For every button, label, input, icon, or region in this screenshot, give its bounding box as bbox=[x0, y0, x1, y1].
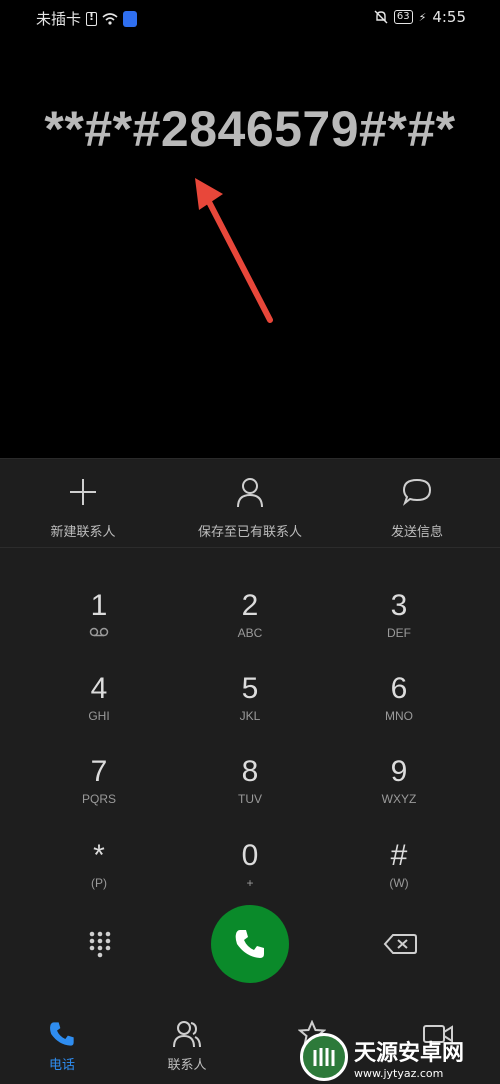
key-digit: 0 bbox=[241, 839, 259, 872]
tab-contacts[interactable]: 联系人 bbox=[137, 1018, 237, 1073]
tab-phone-label: 电话 bbox=[48, 1058, 75, 1073]
carrier-label: 未插卡 bbox=[36, 10, 82, 28]
key-digit: 7 bbox=[90, 755, 108, 788]
key-digit: 3 bbox=[390, 589, 408, 622]
battery-indicator: 63 bbox=[393, 10, 413, 24]
contacts-icon bbox=[173, 1021, 201, 1048]
site-watermark: 天源安卓网 www.jytyaz.com bbox=[300, 1030, 500, 1084]
dialed-number: **#*#2846579#*#* bbox=[44, 101, 456, 157]
key-digit: 9 bbox=[390, 755, 408, 788]
key-5[interactable]: 5 JKL bbox=[175, 671, 325, 741]
key-3[interactable]: 3 DEF bbox=[324, 588, 474, 658]
dialer-panel: 新建联系人 保存至已有联系人 发送信息 1 2 ABC 3 DEF 4 GHI … bbox=[0, 458, 500, 1084]
tab-contacts-label: 联系人 bbox=[167, 1058, 207, 1073]
status-bar: 未插卡 63 ⚡ 4:55 bbox=[0, 0, 500, 34]
save-to-contact-label: 保存至已有联系人 bbox=[197, 525, 302, 540]
charging-icon: ⚡ bbox=[418, 10, 427, 24]
key-0[interactable]: 0 + bbox=[175, 838, 325, 908]
no-sim-icon bbox=[86, 10, 98, 26]
send-message-button[interactable]: 发送信息 bbox=[337, 475, 497, 540]
key-hash[interactable]: # (W) bbox=[324, 838, 474, 908]
key-2[interactable]: 2 ABC bbox=[175, 588, 325, 658]
key-7[interactable]: 7 PQRS bbox=[24, 754, 174, 824]
annotation-arrow bbox=[195, 178, 273, 323]
key-digit: 6 bbox=[390, 672, 408, 705]
key-digit: # bbox=[390, 839, 408, 872]
person-icon bbox=[237, 478, 263, 508]
key-digit: 5 bbox=[241, 672, 259, 705]
key-digit: * bbox=[93, 839, 105, 872]
key-digit: 1 bbox=[90, 589, 108, 622]
key-9[interactable]: 9 WXYZ bbox=[324, 754, 474, 824]
key-letters: (P) bbox=[91, 876, 107, 890]
new-contact-button[interactable]: 新建联系人 bbox=[3, 475, 163, 540]
backspace-icon[interactable] bbox=[383, 933, 417, 955]
key-letters: + bbox=[246, 876, 254, 890]
message-icon bbox=[402, 478, 432, 506]
key-letters: TUV bbox=[238, 792, 262, 806]
tab-phone[interactable]: 电话 bbox=[12, 1018, 112, 1073]
key-6[interactable]: 6 MNO bbox=[324, 671, 474, 741]
phone-icon bbox=[235, 930, 264, 958]
key-digit: 8 bbox=[241, 755, 259, 788]
mute-bell-icon bbox=[374, 10, 388, 24]
key-digit: 2 bbox=[241, 589, 259, 622]
plus-icon bbox=[70, 479, 96, 505]
key-letters: ABC bbox=[237, 626, 263, 640]
key-letters: GHI bbox=[88, 709, 110, 723]
key-letters: WXYZ bbox=[381, 792, 417, 806]
key-4[interactable]: 4 GHI bbox=[24, 671, 174, 741]
watermark-title: 天源安卓网 bbox=[354, 1040, 465, 1066]
key-8[interactable]: 8 TUV bbox=[175, 754, 325, 824]
wifi-icon bbox=[102, 12, 118, 25]
key-letters: MNO bbox=[385, 709, 413, 723]
key-letters: JKL bbox=[239, 709, 261, 723]
key-star[interactable]: * (P) bbox=[24, 838, 174, 908]
watermark-logo-icon bbox=[300, 1033, 348, 1081]
send-message-label: 发送信息 bbox=[390, 525, 443, 540]
phone-icon bbox=[50, 1022, 74, 1046]
call-button[interactable] bbox=[211, 905, 289, 983]
keypad-toggle-icon[interactable] bbox=[86, 930, 114, 958]
key-letters: PQRS bbox=[81, 792, 116, 806]
key-1[interactable]: 1 bbox=[24, 588, 174, 658]
clock: 4:55 bbox=[432, 8, 466, 26]
new-contact-label: 新建联系人 bbox=[50, 525, 116, 540]
app-notification-icon bbox=[123, 10, 138, 27]
key-letters: DEF bbox=[387, 626, 411, 640]
key-digit: 4 bbox=[90, 672, 108, 705]
watermark-url: www.jytyaz.com bbox=[354, 1066, 444, 1080]
voicemail-icon bbox=[24, 626, 174, 640]
save-to-contact-button[interactable]: 保存至已有联系人 bbox=[170, 475, 330, 540]
quick-actions: 新建联系人 保存至已有联系人 发送信息 bbox=[0, 458, 500, 548]
key-letters: (W) bbox=[389, 876, 409, 890]
